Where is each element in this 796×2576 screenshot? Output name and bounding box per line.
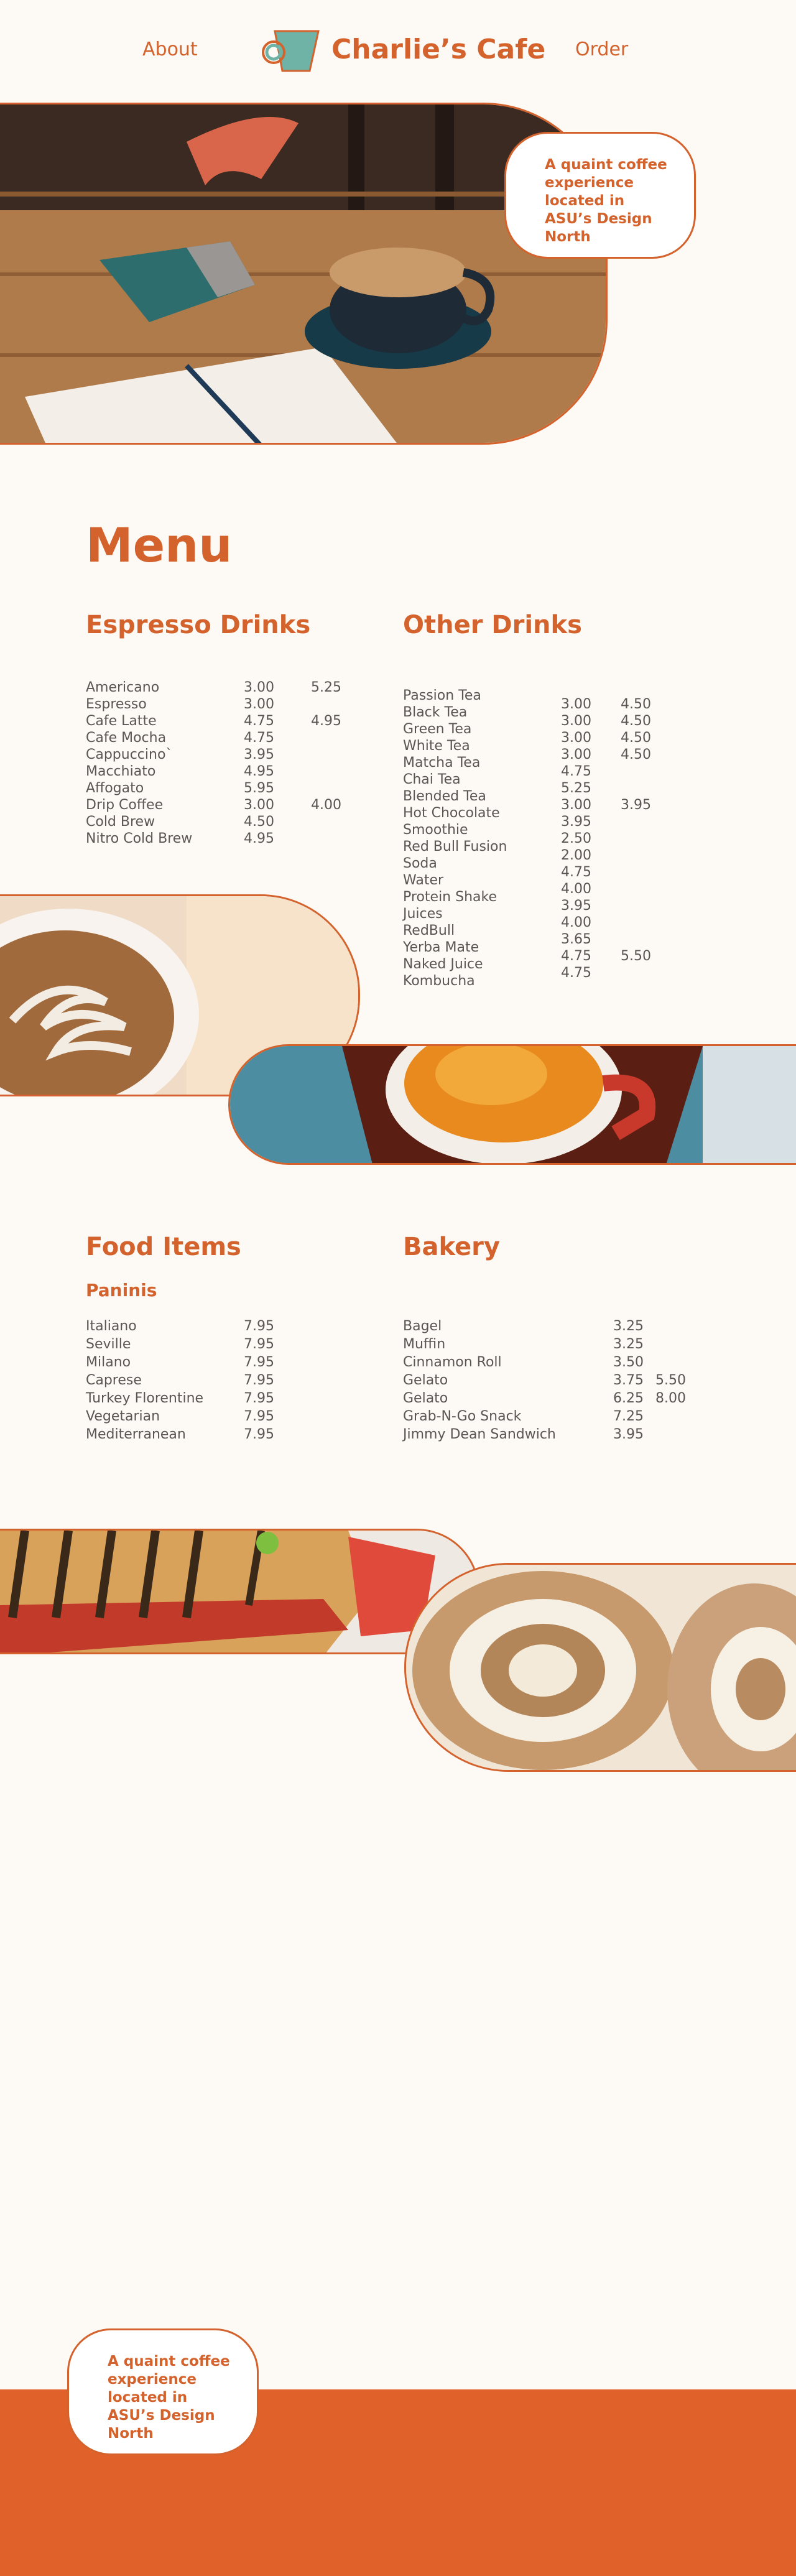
other-drinks-names: Passion Tea Black Tea Green Tea White Te…: [403, 688, 507, 989]
panini-photo: [0, 1529, 479, 1654]
paninis-list: Italiano 7.95 Seville 7.95 Milano 7.95 Capr…: [86, 1318, 274, 1442]
nav-order-link[interactable]: Order: [575, 39, 628, 60]
espresso-heading: Espresso Drinks: [86, 611, 311, 639]
food-items-heading: Food Items: [86, 1233, 241, 1261]
hero-tagline: A quaint coffee experience located in AS…: [504, 132, 696, 259]
espresso-list: Americano 3.00 5.25 Espresso 3.00 Cafe Latt…: [86, 680, 341, 846]
other-drinks-prices: 3.00 4.50 3.00 4.50 3.00 4.50 3.00 4.50 4.75…: [561, 697, 651, 981]
brand-name[interactable]: Charlie’s Cafe: [331, 34, 545, 65]
footer-tagline: A quaint coffee experience located in AS…: [67, 2328, 259, 2455]
coffee-cup-icon: [256, 27, 321, 75]
bakery-heading: Bakery: [403, 1233, 500, 1261]
other-drinks-heading: Other Drinks: [403, 611, 582, 639]
bakery-list: Bagel 3.25 Muffin 3.25 Cinnamon Roll 3.50 G…: [403, 1318, 686, 1442]
cinnamon-roll-photo: [404, 1563, 796, 1772]
nav-about-link[interactable]: About: [142, 39, 198, 60]
tea-cup-photo: [228, 1044, 796, 1165]
paninis-subheading: Paninis: [86, 1280, 157, 1300]
menu-title: Menu: [86, 517, 233, 573]
